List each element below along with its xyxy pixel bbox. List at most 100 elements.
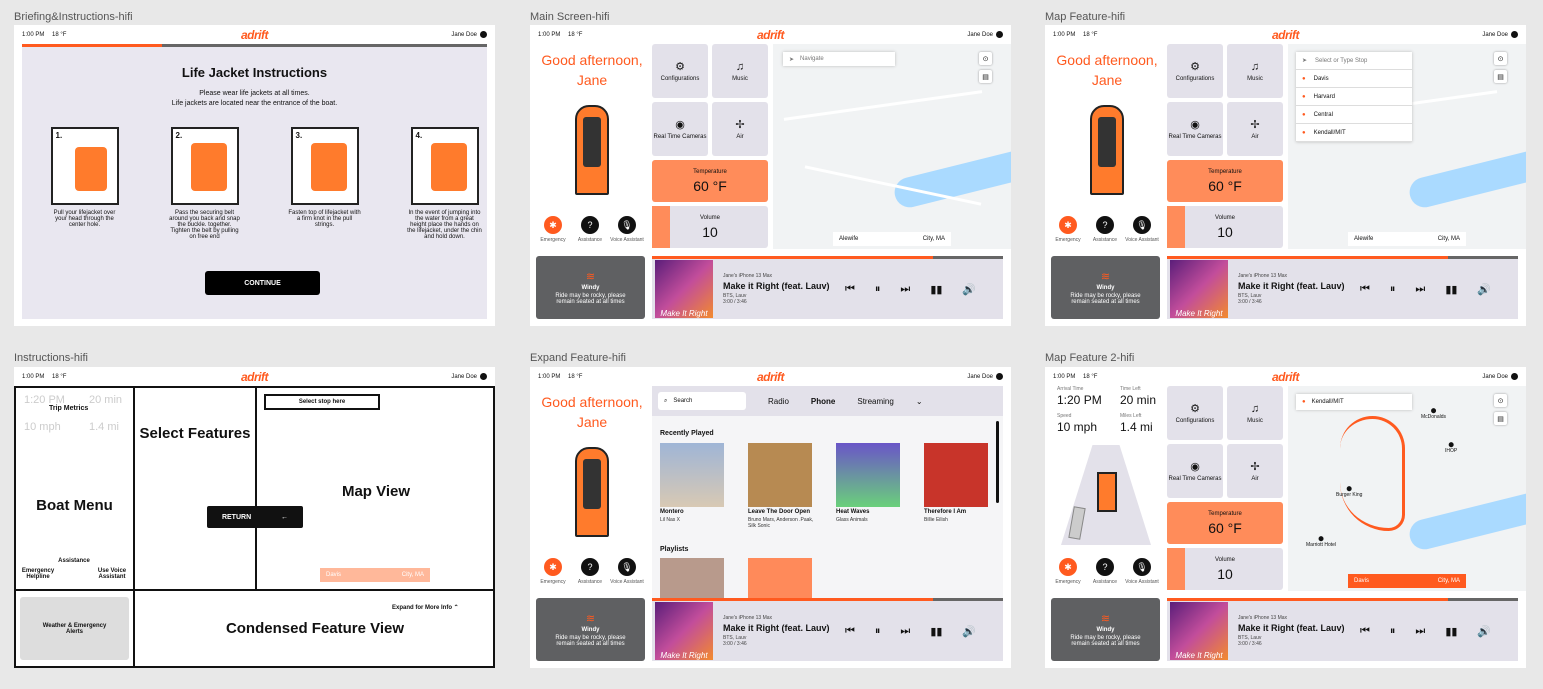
music-button[interactable]: ♫ Music — [1227, 386, 1283, 440]
temperature-control[interactable]: Temperature 60 °F — [1167, 160, 1283, 202]
air-button[interactable]: ✢ Air — [712, 102, 768, 156]
equalizer-icon[interactable]: ▮▮ — [1445, 625, 1457, 638]
expand-more[interactable]: Expand for More Info ⌃ — [392, 604, 459, 611]
map[interactable]: ● Kendall/MIT ⊙ ▤ ⬤ McDonalds ⬤ IHOP ⬤ Burge… — [1288, 386, 1526, 591]
album-card[interactable]: Leave The Door Open Bruno Mars, Anderson … — [748, 443, 820, 529]
temperature-control[interactable]: Temperature 60 °F — [652, 160, 768, 202]
playlist-card[interactable] — [660, 558, 724, 598]
continue-button[interactable]: CONTINUE — [205, 271, 320, 295]
album-card[interactable]: Heat Waves Glass Animals — [836, 443, 908, 529]
configurations-button[interactable]: ⚙ Configurations — [1167, 386, 1223, 440]
poi-pin[interactable]: ⬤ Burger King — [1336, 486, 1362, 498]
air-button[interactable]: ✢ Air — [1227, 444, 1283, 498]
user-menu[interactable]: Jane Doe — [1482, 373, 1518, 380]
chevron-down-icon[interactable]: ⌄ — [916, 397, 923, 406]
mic-icon[interactable]: 🎙 — [1133, 216, 1151, 234]
play-pause-icon[interactable]: ⏸ — [1390, 625, 1396, 638]
next-icon[interactable]: ⏭ — [1415, 283, 1425, 296]
map[interactable]: ➤ Navigate ⊙ ▤ Alewife City, MA — [773, 44, 1011, 249]
stop-item[interactable]: ● Davis — [1296, 70, 1412, 88]
layers-icon[interactable]: ▤ — [979, 70, 992, 83]
prev-icon[interactable]: ⏮ — [845, 283, 855, 296]
tab-phone[interactable]: Phone — [811, 397, 835, 406]
stop-search[interactable]: ➤ Select or Type Stop — [1296, 52, 1412, 70]
help-icon[interactable]: ? — [581, 558, 599, 576]
emergency-icon[interactable]: ✱ — [1059, 558, 1077, 576]
configurations-button[interactable]: ⚙ Configurations — [1167, 44, 1223, 98]
stop-item[interactable]: ● Harvard — [1296, 88, 1412, 106]
air-button[interactable]: ✢ Air — [1227, 102, 1283, 156]
layers-icon[interactable]: ▤ — [1494, 70, 1507, 83]
poi-pin[interactable]: ⬤ IHOP — [1445, 442, 1457, 454]
tab-radio[interactable]: Radio — [768, 397, 789, 406]
poi-pin[interactable]: ⬤ McDonalds — [1421, 408, 1446, 420]
music-button[interactable]: ♫ Music — [712, 44, 768, 98]
emergency-icon[interactable]: ✱ — [1059, 216, 1077, 234]
prev-icon[interactable]: ⏮ — [845, 625, 855, 638]
next-icon[interactable]: ⏭ — [900, 625, 910, 638]
cameras-button[interactable]: ◉ Real Time Cameras — [1167, 102, 1223, 156]
layers-icon[interactable]: ▤ — [1494, 412, 1507, 425]
scrollbar[interactable] — [996, 421, 999, 503]
play-pause-icon[interactable]: ⏸ — [875, 283, 881, 296]
prev-icon[interactable]: ⏮ — [1360, 625, 1370, 638]
stop-dropdown[interactable]: ➤ Select or Type Stop ● Davis ● Harvard ● Ce… — [1296, 52, 1412, 142]
album-card[interactable]: Therefore I Am Billie Eilish — [924, 443, 996, 529]
cameras-button[interactable]: ◉ Real Time Cameras — [652, 102, 708, 156]
return-button[interactable]: RETURN ← — [207, 506, 303, 528]
location-icon: ➤ — [789, 56, 795, 63]
stop-item[interactable]: ● Kendall/MIT — [1296, 124, 1412, 142]
recenter-icon[interactable]: ⊙ — [1494, 394, 1507, 407]
volume-icon[interactable]: 🔊 — [962, 625, 976, 638]
equalizer-icon[interactable]: ▮▮ — [1445, 283, 1457, 296]
user-menu[interactable]: Jane Doe — [967, 373, 1003, 380]
help-icon[interactable]: ? — [1096, 216, 1114, 234]
emergency-icon[interactable]: ✱ — [544, 216, 562, 234]
instruction-line-1: Please wear life jackets at all times. — [199, 90, 310, 97]
music-search-input[interactable]: ⌕ Search — [658, 392, 746, 410]
assistance-label: Assistance — [58, 558, 90, 564]
lifejacket-illustration: 2. — [170, 127, 239, 205]
help-icon[interactable]: ? — [1096, 558, 1114, 576]
tab-streaming[interactable]: Streaming — [857, 397, 893, 406]
navigate-input[interactable]: ➤ Navigate — [783, 52, 895, 66]
temperature-control[interactable]: Temperature 60 °F — [1167, 502, 1283, 544]
greeting: Good afternoon, Jane — [541, 52, 643, 88]
select-stop-box[interactable]: Select stop here — [264, 394, 380, 410]
recenter-icon[interactable]: ⊙ — [979, 52, 992, 65]
configurations-button[interactable]: ⚙ Configurations — [652, 44, 708, 98]
user-icon — [996, 31, 1003, 38]
mic-icon[interactable]: 🎙 — [1133, 558, 1151, 576]
equalizer-icon[interactable]: ▮▮ — [930, 283, 942, 296]
weather-alert: ≋ Windy Ride may be rocky, please remain s… — [536, 256, 645, 319]
volume-icon[interactable]: 🔊 — [1477, 283, 1491, 296]
recenter-icon[interactable]: ⊙ — [1494, 52, 1507, 65]
user-menu[interactable]: Jane Doe — [967, 31, 1003, 38]
stop-item[interactable]: ● Central — [1296, 106, 1412, 124]
user-menu[interactable]: Jane Doe — [1482, 31, 1518, 38]
map[interactable]: ➤ Select or Type Stop ● Davis ● Harvard ● Ce… — [1288, 44, 1526, 249]
status-bar: 1:00 PM 18 °F adrift Jane Doe — [14, 367, 495, 386]
status-temp: 18 °F — [52, 31, 67, 38]
help-icon[interactable]: ? — [581, 216, 599, 234]
album-card[interactable]: Montero Lil Nas X — [660, 443, 732, 529]
emergency-icon[interactable]: ✱ — [544, 558, 562, 576]
playlist-card[interactable] — [748, 558, 812, 598]
mic-icon[interactable]: 🎙 — [618, 216, 636, 234]
user-menu[interactable]: Jane Doe — [451, 31, 487, 38]
destination-input[interactable]: ● Kendall/MIT — [1296, 394, 1412, 410]
music-button[interactable]: ♫ Music — [1227, 44, 1283, 98]
play-pause-icon[interactable]: ⏸ — [875, 625, 881, 638]
song-meta: Jane's iPhone 13 Max Make it Right (feat.… — [723, 273, 830, 305]
next-icon[interactable]: ⏭ — [1415, 625, 1425, 638]
next-icon[interactable]: ⏭ — [900, 283, 910, 296]
user-menu[interactable]: Jane Doe — [451, 373, 487, 380]
mic-icon[interactable]: 🎙 — [618, 558, 636, 576]
poi-pin[interactable]: ⬤ Marriott Hotel — [1306, 536, 1336, 548]
cameras-button[interactable]: ◉ Real Time Cameras — [1167, 444, 1223, 498]
volume-icon[interactable]: 🔊 — [1477, 625, 1491, 638]
equalizer-icon[interactable]: ▮▮ — [930, 625, 942, 638]
volume-icon[interactable]: 🔊 — [962, 283, 976, 296]
play-pause-icon[interactable]: ⏸ — [1390, 283, 1396, 296]
prev-icon[interactable]: ⏮ — [1360, 283, 1370, 296]
